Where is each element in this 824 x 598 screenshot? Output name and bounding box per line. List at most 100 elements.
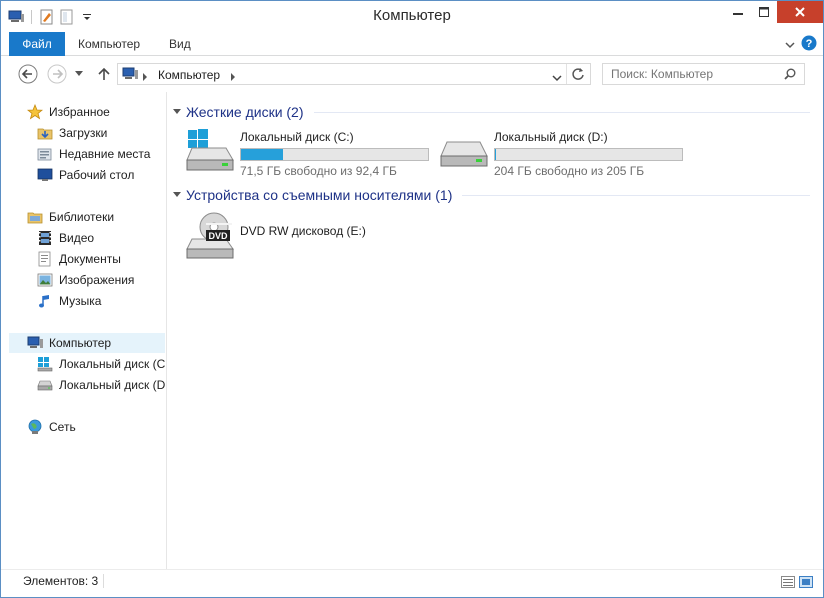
nav-network[interactable]: Сеть [9, 417, 166, 437]
system-drive-icon [186, 128, 238, 174]
network-icon [27, 419, 43, 435]
back-arrow-icon [18, 64, 38, 84]
explorer-window: Компьютер Файл Компьютер Вид ? Компьютер… [0, 0, 824, 598]
group-title: Устройства со съемными носителями (1) [186, 187, 453, 203]
group-header-hard-disks[interactable]: Жесткие диски (2) [168, 101, 810, 123]
close-icon [795, 7, 805, 17]
forward-arrow-icon [47, 64, 67, 84]
nav-item-label: Видео [59, 231, 95, 245]
group-header-removable[interactable]: Устройства со съемными носителями (1) [168, 184, 810, 206]
breadcrumb-separator-icon[interactable] [142, 70, 148, 84]
recent-locations-dropdown[interactable] [72, 64, 86, 84]
computer-icon [27, 335, 43, 351]
nav-item-recent-places[interactable]: Недавние места [37, 144, 166, 164]
drive-info: Локальный диск (C:) 71,5 ГБ свободно из … [240, 128, 429, 178]
content-area: Избранное Загрузки Недавние места Рабочи… [1, 92, 823, 569]
maximize-button[interactable] [751, 1, 777, 23]
nav-item-music[interactable]: Музыка [37, 291, 166, 311]
minimize-button[interactable] [725, 1, 751, 23]
hard-drive-icon [440, 128, 492, 174]
nav-item-downloads[interactable]: Загрузки [37, 123, 166, 143]
hard-drive-icon [37, 377, 53, 393]
ribbon-tabs: Файл Компьютер Вид ? [1, 32, 823, 56]
expand-ribbon-icon[interactable] [785, 38, 795, 52]
collapse-group-icon[interactable] [168, 109, 186, 115]
svg-text:?: ? [806, 38, 813, 50]
nav-libraries-label: Библиотеки [49, 210, 115, 224]
dvd-logo-text: DVD [208, 231, 228, 241]
nav-item-label: Загрузки [59, 126, 108, 140]
nav-item-label: Документы [59, 252, 121, 266]
help-icon[interactable]: ? [801, 35, 817, 54]
group-title: Жесткие диски (2) [186, 104, 304, 120]
nav-item-video[interactable]: Видео [37, 228, 166, 248]
nav-item-local-disk-d[interactable]: Локальный диск (D:) [37, 375, 167, 395]
system-drive-icon [37, 356, 53, 372]
nav-favorites-label: Избранное [49, 105, 110, 119]
navigation-bar: Компьютер [1, 56, 823, 92]
computer-location-icon [122, 67, 138, 84]
dvd-drive-icon: DVD [186, 212, 238, 259]
nav-item-label: Изображения [59, 273, 135, 287]
window-controls [725, 1, 823, 23]
breadcrumb-computer[interactable]: Компьютер [158, 68, 220, 82]
tab-computer[interactable]: Компьютер [78, 32, 140, 56]
close-button[interactable] [777, 1, 823, 23]
libraries-folder-icon [27, 209, 43, 225]
ribbon-right-controls: ? [785, 35, 817, 54]
nav-item-pictures[interactable]: Изображения [37, 270, 166, 290]
nav-libraries[interactable]: Библиотеки [9, 207, 166, 227]
up-button[interactable] [94, 64, 114, 84]
search-box[interactable] [602, 63, 805, 85]
drive-free-space: 71,5 ГБ свободно из 92,4 ГБ [240, 164, 397, 178]
address-divider [566, 64, 567, 84]
search-input[interactable] [603, 64, 778, 84]
chevron-down-icon [75, 71, 83, 76]
drive-tile-d[interactable]: Локальный диск (D:) 204 ГБ свободно из 2… [440, 128, 683, 178]
nav-favorites[interactable]: Избранное [9, 102, 166, 122]
address-history-chevron-icon[interactable] [552, 71, 562, 85]
downloads-folder-icon [37, 125, 53, 141]
title-bar: Компьютер [1, 1, 823, 32]
details-view-icon[interactable] [781, 576, 795, 591]
drive-tile-c[interactable]: Локальный диск (C:) 71,5 ГБ свободно из … [186, 128, 429, 178]
music-library-icon [37, 293, 53, 309]
refresh-icon[interactable] [571, 67, 585, 84]
nav-item-documents[interactable]: Документы [37, 249, 166, 269]
drive-usage-fill [241, 149, 284, 160]
back-button[interactable] [18, 64, 38, 84]
documents-library-icon [37, 251, 53, 267]
large-icons-view-icon[interactable] [799, 576, 813, 591]
drive-free-space: 204 ГБ свободно из 205 ГБ [494, 164, 645, 178]
group-divider [313, 111, 810, 113]
nav-item-label: Локальный диск (C:) [59, 357, 167, 371]
collapse-group-icon[interactable] [168, 192, 186, 198]
nav-item-local-disk-c[interactable]: Локальный диск (C:) [37, 354, 167, 374]
recent-places-icon [37, 146, 53, 162]
video-library-icon [37, 230, 53, 246]
drive-name: DVD RW дисковод (E:) [240, 224, 366, 238]
breadcrumb-chevron-icon[interactable] [230, 70, 236, 84]
up-arrow-icon [98, 67, 110, 80]
navigation-pane: Избранное Загрузки Недавние места Рабочи… [1, 92, 167, 569]
nav-item-desktop[interactable]: Рабочий стол [37, 165, 166, 185]
drive-tile-dvd[interactable]: DVD DVD RW дисковод (E:) [186, 212, 366, 262]
drive-name: Локальный диск (C:) [240, 130, 354, 144]
nav-computer[interactable]: Компьютер [9, 333, 165, 353]
tab-file[interactable]: Файл [9, 32, 65, 56]
tab-view[interactable]: Вид [169, 32, 191, 56]
address-bar[interactable]: Компьютер [117, 63, 591, 85]
view-toggle-buttons [781, 576, 813, 591]
window-title: Компьютер [373, 7, 451, 24]
nav-item-label: Музыка [59, 294, 102, 308]
maximize-icon [759, 7, 769, 17]
drive-usage-bar [240, 148, 429, 161]
minimize-icon [733, 13, 743, 15]
nav-item-label: Локальный диск (D:) [59, 378, 167, 392]
nav-item-label: Недавние места [59, 147, 151, 161]
status-bar: Элементов: 3 [1, 569, 823, 597]
drive-name: Локальный диск (D:) [494, 130, 608, 144]
nav-item-label: Рабочий стол [59, 168, 135, 182]
search-icon[interactable] [784, 68, 796, 83]
forward-button[interactable] [47, 64, 67, 84]
